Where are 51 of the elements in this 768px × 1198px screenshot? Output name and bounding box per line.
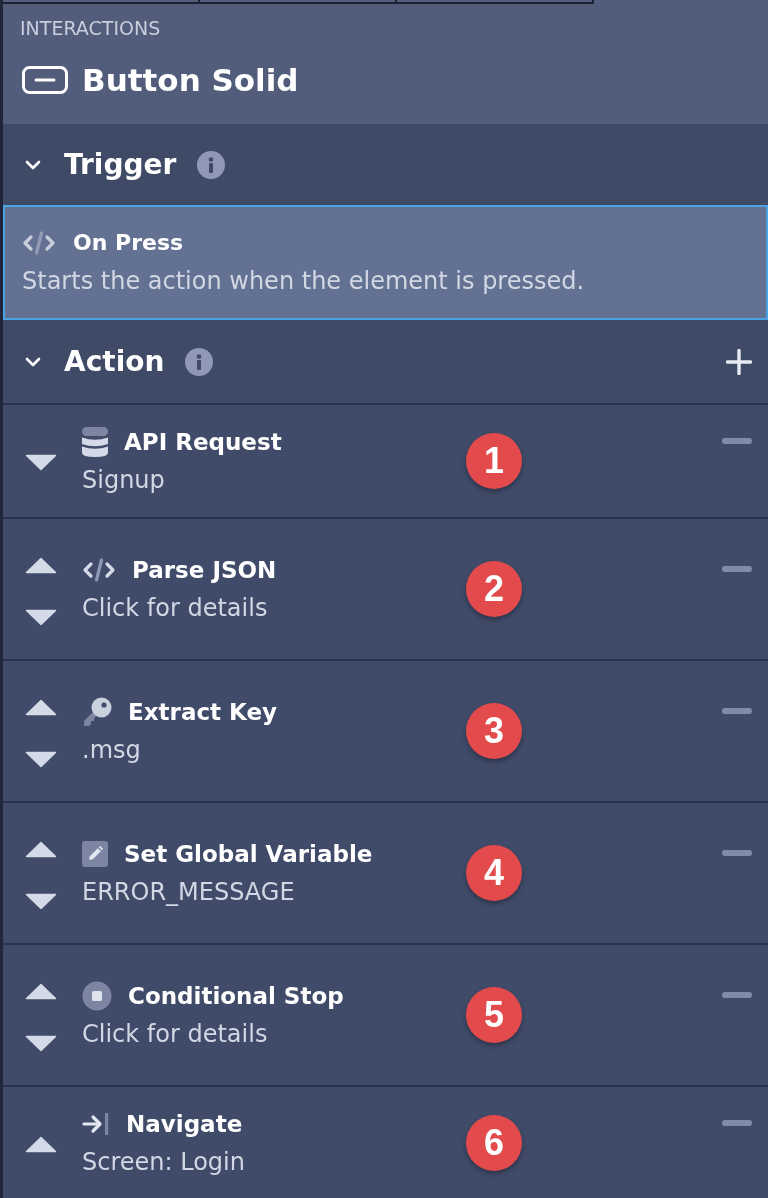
info-icon[interactable]	[197, 150, 226, 179]
caret-up-icon[interactable]	[25, 983, 57, 1000]
step-number-badge: 4	[466, 845, 522, 901]
pencil-icon	[82, 841, 108, 867]
event-description: Starts the action when the element is pressed.	[22, 266, 586, 296]
section-title: Trigger	[64, 146, 177, 183]
caret-down-icon[interactable]	[25, 1035, 57, 1052]
step-number-badge: 2	[466, 561, 522, 617]
component-title: Button Solid	[82, 61, 299, 100]
step-name: Navigate	[126, 1110, 243, 1139]
caret-up-icon[interactable]	[25, 841, 57, 858]
step-name: Set Global Variable	[124, 840, 373, 869]
tab-edge[interactable]	[395, 0, 594, 4]
step-detail: Click for details	[82, 1019, 269, 1050]
step-detail: Screen: Login	[82, 1147, 245, 1178]
event-name: On Press	[73, 229, 184, 257]
caret-up-icon[interactable]	[25, 1135, 57, 1153]
code-icon	[22, 231, 56, 255]
chevron-icon[interactable]	[25, 356, 41, 367]
step-name: API Request	[124, 428, 282, 457]
info-icon[interactable]	[185, 347, 214, 376]
step-name: Extract Key	[128, 698, 278, 727]
step-number-badge: 5	[466, 987, 522, 1043]
chevron-icon[interactable]	[25, 159, 41, 170]
step-detail: Signup	[82, 465, 166, 496]
step-number-badge: 3	[466, 703, 522, 759]
stop-icon	[82, 981, 112, 1011]
caret-down-icon[interactable]	[25, 893, 57, 910]
step-number-badge: 6	[466, 1115, 522, 1171]
code-icon	[82, 558, 116, 582]
step-name: Parse JSON	[132, 556, 277, 585]
trigger-item[interactable]: On Press Starts the action when the element is pressed.	[3, 205, 768, 320]
plus-icon[interactable]	[726, 348, 752, 375]
step-detail: Click for details	[82, 593, 269, 624]
key-icon	[82, 697, 112, 727]
caret-up-icon[interactable]	[25, 699, 57, 716]
caret-down-icon[interactable]	[25, 453, 57, 471]
arrow-to-line-icon	[82, 1112, 110, 1136]
database-icon	[82, 427, 108, 457]
caret-down-icon[interactable]	[25, 609, 57, 626]
step-detail: .msg	[82, 735, 142, 766]
section-title: Action	[64, 343, 165, 380]
tab-edge[interactable]	[198, 0, 397, 4]
button-icon	[22, 66, 68, 94]
step-name: Conditional Stop	[128, 982, 344, 1011]
step-detail: ERROR_MESSAGE	[82, 877, 296, 908]
caret-down-icon[interactable]	[25, 751, 57, 768]
section-label: INTERACTIONS	[20, 17, 162, 39]
step-number-badge: 1	[466, 433, 522, 489]
caret-up-icon[interactable]	[25, 557, 57, 574]
tab-edge[interactable]	[3, 0, 200, 4]
